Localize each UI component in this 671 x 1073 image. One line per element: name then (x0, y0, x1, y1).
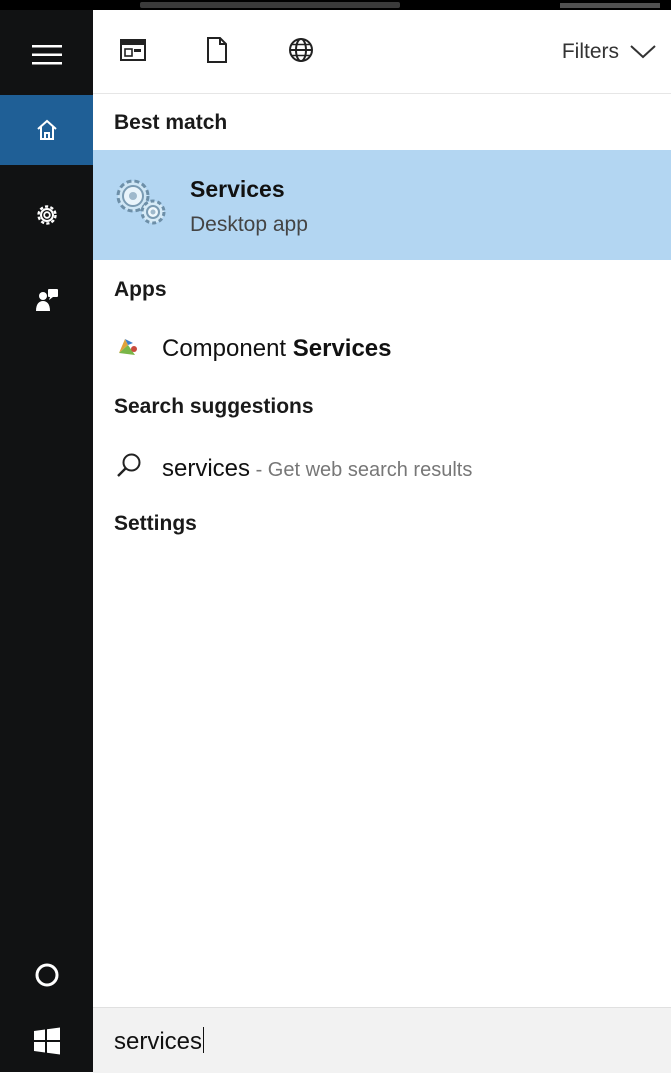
services-gears-icon (116, 179, 166, 225)
home-button[interactable] (0, 95, 93, 165)
best-match-subtitle: Desktop app (190, 213, 308, 236)
background-blur (560, 3, 660, 8)
start-rail (0, 10, 93, 1072)
search-icon (117, 453, 141, 477)
text-caret (203, 1027, 205, 1053)
apps-filter-button[interactable] (117, 34, 149, 66)
suggestion-hint: - Get web search results (250, 459, 473, 481)
app-label: Component Services (162, 335, 392, 363)
search-toolbar: Filters (93, 10, 671, 94)
chevron-down-icon (630, 45, 656, 59)
web-filter-button[interactable] (285, 34, 317, 66)
cortana-button[interactable] (0, 940, 93, 1010)
documents-filter-button[interactable] (201, 34, 233, 66)
hamburger-icon (31, 45, 62, 65)
search-panel: Filters Best match Services Desktop app … (93, 10, 671, 1073)
search-query-text: services (114, 1028, 203, 1055)
search-suggestions-heading: Search suggestions (114, 395, 314, 418)
windows-start-icon (33, 1027, 60, 1055)
settings-button[interactable] (0, 180, 93, 250)
app-result-component-services[interactable]: Component Services (93, 325, 671, 371)
web-icon (289, 38, 313, 62)
suggestion-query: services (162, 455, 251, 482)
suggestion-text: services - Get web search results (162, 455, 472, 483)
start-button[interactable] (0, 1010, 93, 1072)
best-match-result[interactable]: Services Desktop app (93, 150, 671, 260)
documents-icon (207, 37, 227, 63)
background-window-edge (0, 0, 671, 10)
hamburger-button[interactable] (0, 20, 93, 90)
app-label-prefix: Component (162, 335, 293, 362)
home-icon (36, 119, 57, 140)
component-services-icon (119, 339, 137, 355)
apps-heading: Apps (114, 278, 167, 301)
search-input[interactable]: services (114, 1027, 205, 1056)
background-blur (140, 2, 400, 8)
app-label-match: Services (292, 335, 392, 362)
settings-heading: Settings (114, 512, 197, 535)
apps-icon (120, 39, 146, 61)
settings-icon (36, 205, 57, 225)
search-box[interactable]: services (93, 1007, 671, 1073)
cortana-icon (35, 963, 58, 987)
best-match-title: Services (190, 176, 285, 202)
filters-label: Filters (561, 40, 619, 63)
filters-dropdown[interactable]: Filters (562, 40, 657, 64)
web-suggestion[interactable]: services - Get web search results (93, 445, 671, 491)
feedback-button[interactable] (0, 265, 93, 335)
feedback-icon (35, 289, 58, 311)
best-match-heading: Best match (114, 111, 228, 134)
